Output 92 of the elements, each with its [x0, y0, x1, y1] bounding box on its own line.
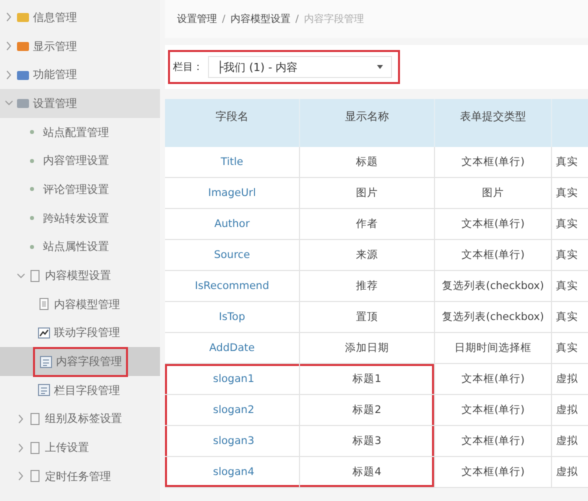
- table-cell: 图片: [435, 178, 552, 209]
- sidebar-item[interactable]: 上传设置: [0, 433, 160, 462]
- chevron-down-icon: [17, 270, 25, 281]
- field-name-link[interactable]: IsRecommend: [165, 271, 300, 302]
- table-cell: 复选列表(checkbox): [435, 302, 552, 333]
- table-cell: 虚拟: [552, 457, 588, 488]
- table-cell: 虚拟: [552, 364, 588, 395]
- sidebar-item[interactable]: 设置管理: [0, 89, 160, 118]
- chevron-right-icon: [5, 70, 13, 80]
- document-icon: [28, 440, 42, 455]
- sidebar-item[interactable]: 内容管理设置: [0, 146, 160, 176]
- table-cell: 来源: [300, 240, 435, 271]
- page-icon: [37, 297, 51, 312]
- form-icon: [39, 354, 53, 369]
- document-icon: [28, 469, 42, 484]
- sidebar-item[interactable]: 内容模型管理: [0, 290, 160, 319]
- bullet-icon: [30, 216, 34, 220]
- table-cell: 置顶: [300, 302, 435, 333]
- table-cell: 标题: [300, 147, 435, 178]
- table-cell: 虚拟: [552, 395, 588, 426]
- column-select[interactable]: ├我们 (1) - 内容: [208, 56, 392, 78]
- sidebar-item[interactable]: 站点属性设置: [0, 232, 160, 262]
- table-cell: 添加日期: [300, 333, 435, 364]
- field-name-link[interactable]: slogan4: [165, 457, 300, 488]
- sidebar-item[interactable]: 跨站转发设置: [0, 204, 160, 232]
- field-name-link[interactable]: slogan1: [165, 364, 300, 395]
- column-header: 表单提交类型: [435, 99, 552, 147]
- table-cell: 真实: [552, 178, 588, 209]
- table-cell: 文本框(单行): [435, 364, 552, 395]
- chart-icon: [37, 326, 51, 340]
- breadcrumb-link[interactable]: 内容模型设置: [230, 12, 290, 26]
- caret-icon: [377, 65, 383, 69]
- sidebar-item[interactable]: 信息管理: [0, 3, 160, 32]
- table-cell: 真实: [552, 147, 588, 178]
- table-cell: 文本框(单行): [435, 457, 552, 488]
- field-name-link[interactable]: Title: [165, 147, 300, 178]
- table-cell: 文本框(单行): [435, 147, 552, 178]
- chevron-right-icon: [17, 442, 25, 453]
- sidebar-item[interactable]: 定时任务管理: [0, 462, 160, 491]
- document-icon: [28, 412, 42, 426]
- sidebar-item[interactable]: 内容字段管理: [0, 347, 160, 376]
- table-cell: 虚拟: [552, 426, 588, 457]
- bullet-icon: [30, 244, 34, 249]
- sidebar-item[interactable]: 功能管理: [0, 60, 160, 90]
- column-header: 显示名称: [300, 99, 435, 147]
- breadcrumb-separator: /: [222, 14, 226, 24]
- sidebar-item[interactable]: 内容模型设置: [0, 261, 160, 290]
- breadcrumb-separator: /: [295, 14, 299, 24]
- document-icon: [28, 268, 42, 283]
- table-cell: 文本框(单行): [435, 240, 552, 271]
- field-name-link[interactable]: Author: [165, 209, 300, 240]
- field-name-link[interactable]: IsTop: [165, 302, 300, 333]
- filter-label: 栏目：: [173, 60, 203, 74]
- field-name-link[interactable]: AddDate: [165, 333, 300, 364]
- sidebar-item[interactable]: 评论管理设置: [0, 175, 160, 204]
- sidebar-item[interactable]: 组别及标签设置: [0, 404, 160, 434]
- chevron-right-icon: [17, 471, 25, 482]
- column-header: 字段名: [165, 99, 300, 147]
- table-cell: 真实: [552, 240, 588, 271]
- table-cell: 真实: [552, 271, 588, 302]
- field-name-link[interactable]: Source: [165, 240, 300, 271]
- sidebar-item[interactable]: 显示管理: [0, 32, 160, 60]
- bullet-icon: [30, 130, 34, 134]
- table-cell: 文本框(单行): [435, 426, 552, 457]
- field-name-link[interactable]: slogan3: [165, 426, 300, 457]
- table-cell: 文本框(单行): [435, 209, 552, 240]
- breadcrumb-link[interactable]: 设置管理: [177, 12, 217, 26]
- table-cell: 作者: [300, 209, 435, 240]
- table-cell: 标题3: [300, 426, 435, 457]
- bullet-icon: [30, 187, 34, 192]
- chevron-right-icon: [17, 414, 25, 424]
- table-cell: 标题1: [300, 364, 435, 395]
- field-name-link[interactable]: ImageUrl: [165, 178, 300, 209]
- table-cell: 真实: [552, 302, 588, 333]
- table-cell: 图片: [300, 178, 435, 209]
- field-name-link[interactable]: slogan2: [165, 395, 300, 426]
- sidebar-item[interactable]: 联动字段管理: [0, 318, 160, 348]
- table-cell: 真实: [552, 333, 588, 364]
- table-cell: 复选列表(checkbox): [435, 271, 552, 302]
- table-cell: 文本框(单行): [435, 395, 552, 426]
- chevron-right-icon: [5, 12, 13, 22]
- table-cell: 推荐: [300, 271, 435, 302]
- table-cell: 标题4: [300, 457, 435, 488]
- form-icon: [37, 383, 51, 398]
- sidebar-item[interactable]: 站点配置管理: [0, 118, 160, 146]
- table-cell: 日期时间选择框: [435, 333, 552, 364]
- breadcrumb-current: 内容字段管理: [304, 12, 364, 26]
- table-cell: 真实: [552, 209, 588, 240]
- bullet-icon: [30, 158, 34, 163]
- chevron-right-icon: [5, 41, 13, 52]
- sidebar-item[interactable]: 栏目字段管理: [0, 376, 160, 405]
- table-cell: 标题2: [300, 395, 435, 426]
